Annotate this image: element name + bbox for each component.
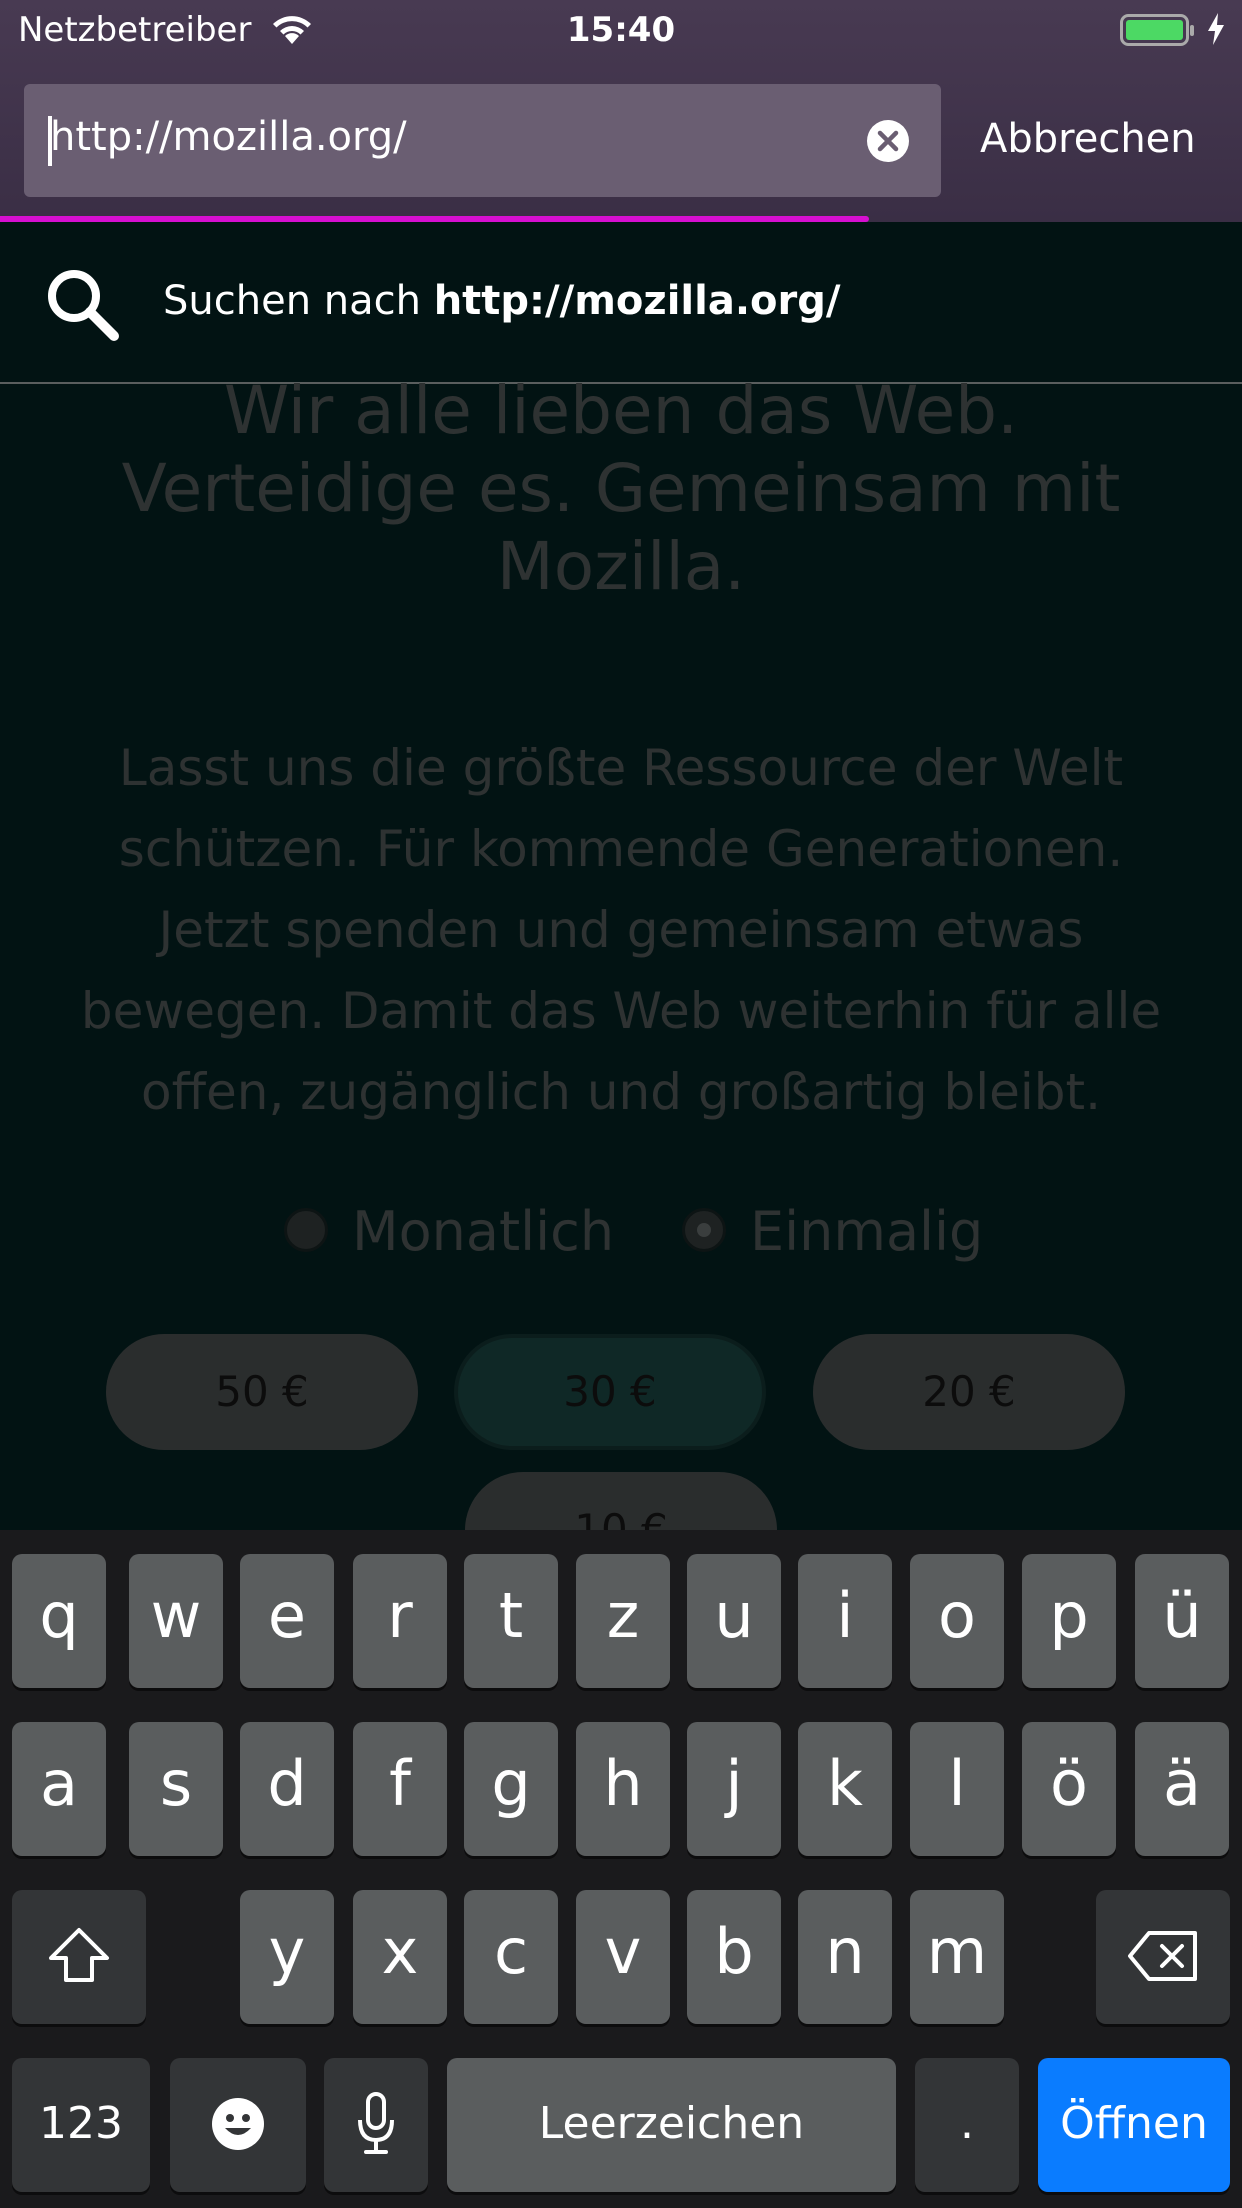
- key-f[interactable]: f: [353, 1722, 447, 1856]
- key-c[interactable]: c: [464, 1890, 558, 2024]
- key-y[interactable]: y: [240, 1890, 334, 2024]
- battery-icon: [1120, 14, 1196, 52]
- on-screen-keyboard: q w e r t z u i o p ü a s d f g h j k l …: [0, 1530, 1242, 2208]
- status-time: 15:40: [566, 10, 676, 50]
- url-input[interactable]: http://mozilla.org/: [50, 114, 407, 160]
- key-g[interactable]: g: [464, 1722, 558, 1856]
- clear-icon[interactable]: [867, 120, 909, 166]
- cancel-button[interactable]: Abbrechen: [980, 116, 1196, 162]
- backspace-icon: [1127, 1924, 1199, 1997]
- amount-button-50[interactable]: 50 €: [106, 1334, 418, 1450]
- space-key[interactable]: Leerzeichen: [447, 2058, 896, 2192]
- microphone-icon: [356, 2092, 396, 2171]
- backspace-key[interactable]: [1096, 1890, 1230, 2024]
- page-heading: Wir alle lieben das Web. Verteidige es. …: [121, 372, 1121, 605]
- period-key[interactable]: .: [915, 2058, 1019, 2192]
- numbers-key[interactable]: 123: [12, 2058, 150, 2192]
- key-r[interactable]: r: [353, 1554, 447, 1688]
- key-v[interactable]: v: [576, 1890, 670, 2024]
- key-s[interactable]: s: [129, 1722, 223, 1856]
- key-u[interactable]: u: [687, 1554, 781, 1688]
- search-suggestion-row[interactable]: Suchen nach http://mozilla.org/: [0, 222, 1242, 384]
- open-go-key[interactable]: Öffnen: [1038, 2058, 1230, 2192]
- radio-monthly[interactable]: [284, 1208, 328, 1252]
- suggestion-text: Suchen nach http://mozilla.org/: [163, 278, 840, 324]
- key-l[interactable]: l: [910, 1722, 1004, 1856]
- key-o[interactable]: o: [910, 1554, 1004, 1688]
- radio-label-monthly: Monatlich: [352, 1200, 615, 1263]
- key-t[interactable]: t: [464, 1554, 558, 1688]
- key-q[interactable]: q: [12, 1554, 106, 1688]
- key-h[interactable]: h: [576, 1722, 670, 1856]
- amount-button-20[interactable]: 20 €: [813, 1334, 1125, 1450]
- key-z[interactable]: z: [576, 1554, 670, 1688]
- key-a[interactable]: a: [12, 1722, 106, 1856]
- url-field[interactable]: http://mozilla.org/: [24, 84, 941, 197]
- search-icon: [44, 266, 120, 346]
- shift-icon: [47, 1926, 111, 1999]
- key-oe[interactable]: ö: [1022, 1722, 1116, 1856]
- key-w[interactable]: w: [129, 1554, 223, 1688]
- key-ue[interactable]: ü: [1135, 1554, 1229, 1688]
- key-b[interactable]: b: [687, 1890, 781, 2024]
- key-j[interactable]: j: [687, 1722, 781, 1856]
- browser-chrome: Netzbetreiber 15:40 http://mozilla.org/ …: [0, 0, 1242, 222]
- key-p[interactable]: p: [1022, 1554, 1116, 1688]
- emoji-key[interactable]: [170, 2058, 306, 2192]
- suggestion-prefix: Suchen nach: [163, 278, 434, 324]
- radio-once[interactable]: [682, 1208, 726, 1252]
- shift-key[interactable]: [12, 1890, 146, 2024]
- charging-bolt-icon: [1206, 12, 1226, 50]
- page-body-text: Lasst uns die größte Ressource der Welt …: [80, 739, 1162, 1121]
- dictation-key[interactable]: [324, 2058, 428, 2192]
- key-k[interactable]: k: [798, 1722, 892, 1856]
- key-i[interactable]: i: [798, 1554, 892, 1688]
- suggestion-query: http://mozilla.org/: [433, 278, 841, 324]
- emoji-icon: [210, 2094, 266, 2167]
- key-e[interactable]: e: [240, 1554, 334, 1688]
- amount-button-30[interactable]: 30 €: [454, 1334, 766, 1450]
- key-x[interactable]: x: [353, 1890, 447, 2024]
- key-m[interactable]: m: [910, 1890, 1004, 2024]
- key-d[interactable]: d: [240, 1722, 334, 1856]
- key-ae[interactable]: ä: [1135, 1722, 1229, 1856]
- key-n[interactable]: n: [798, 1890, 892, 2024]
- radio-label-once: Einmalig: [750, 1200, 984, 1263]
